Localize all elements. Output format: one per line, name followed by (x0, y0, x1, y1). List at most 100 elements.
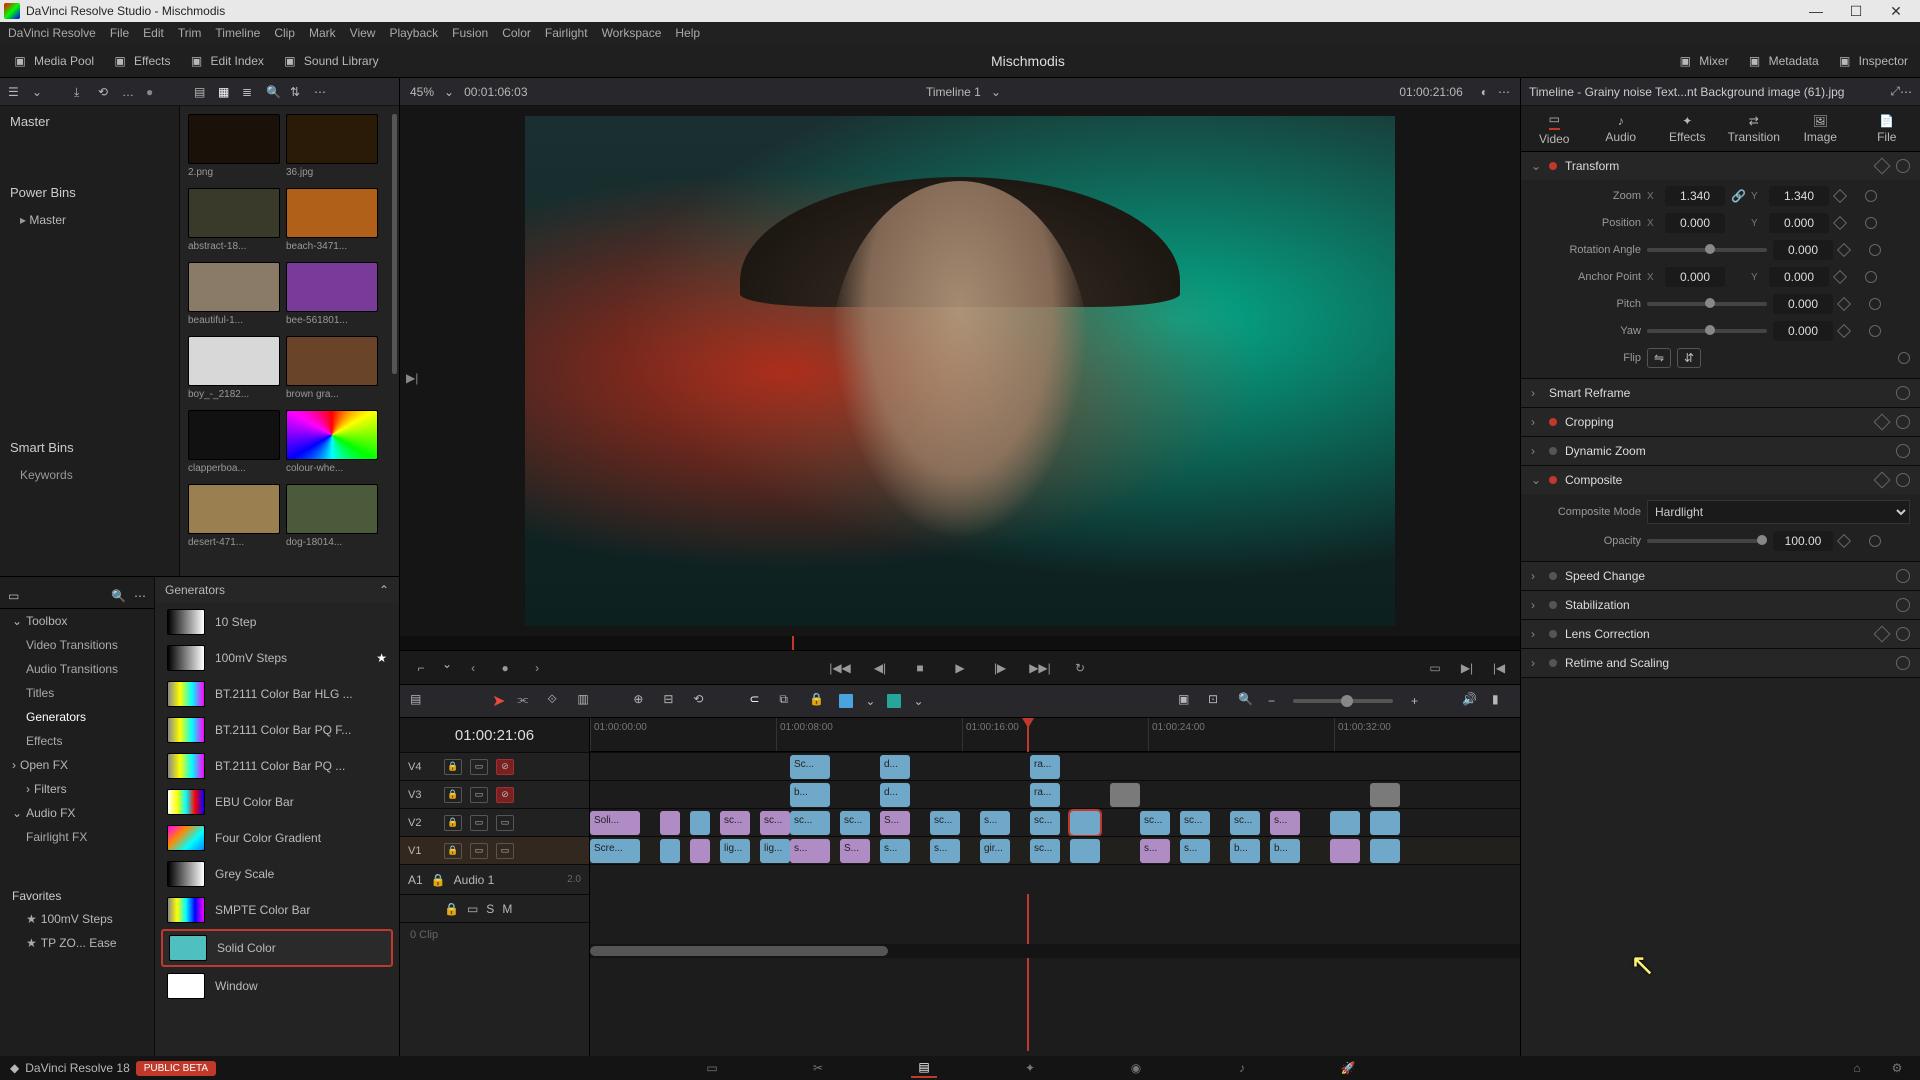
viewer[interactable]: ▶| (400, 106, 1520, 636)
view-thumb-icon[interactable]: ▦ (218, 85, 234, 99)
selection-tool-icon[interactable]: ➤ (492, 691, 505, 711)
bypass-icon[interactable]: ◐ (1481, 85, 1488, 99)
timeline-clip[interactable] (1330, 811, 1360, 835)
reset-icon[interactable] (1869, 535, 1881, 547)
auto-select-icon[interactable]: ▭ (470, 843, 488, 859)
overwrite-icon[interactable]: ▶| (1456, 657, 1478, 679)
color-page-icon[interactable]: ◉ (1123, 1058, 1149, 1078)
menu-workspace[interactable]: Workspace (602, 26, 662, 40)
inspector-tab-audio[interactable]: ♪Audio (1591, 114, 1651, 144)
fx-item-ebu-color-bar[interactable]: EBU Color Bar (161, 785, 393, 819)
zoom-value[interactable]: 45% (410, 85, 434, 99)
menu-davinci-resolve[interactable]: DaVinci Resolve (8, 26, 96, 40)
timeline-clip[interactable] (1370, 783, 1400, 807)
menu-fairlight[interactable]: Fairlight (545, 26, 588, 40)
media-thumb[interactable]: clapperboa... (188, 410, 280, 474)
timeline-clip[interactable]: lig... (760, 839, 790, 863)
timeline-clip[interactable]: b... (1230, 839, 1260, 863)
timeline-view-icon[interactable]: ▤ (410, 692, 428, 710)
section-stabilization[interactable]: ›Stabilization (1521, 591, 1920, 619)
timeline-body[interactable]: 01:00:00:0001:00:08:0001:00:16:0001:00:2… (590, 718, 1520, 1056)
audio-icon[interactable]: 🔊 (1462, 692, 1480, 710)
marker-icon[interactable] (887, 694, 901, 708)
timeline-clip[interactable]: S... (840, 839, 870, 863)
media-thumb[interactable]: desert-471... (188, 484, 280, 548)
media-thumb[interactable]: bee-561801... (286, 262, 378, 326)
opacity-field[interactable]: 100.00 (1773, 531, 1833, 551)
section-speed[interactable]: ›Speed Change (1521, 562, 1920, 590)
power-bins-header[interactable]: Power Bins (0, 177, 179, 208)
timeline-clip[interactable]: sc... (1230, 811, 1260, 835)
overwrite-clip-icon[interactable]: ⊟ (663, 692, 681, 710)
pos-y-field[interactable]: 0.000 (1769, 213, 1829, 233)
collapse-icon[interactable]: ⌃ (379, 583, 389, 597)
media-thumb[interactable]: boy_-_2182... (188, 336, 280, 400)
timeline-clip[interactable]: ra... (1030, 783, 1060, 807)
timeline-clip[interactable] (1330, 839, 1360, 863)
timeline-clip[interactable]: s... (1270, 811, 1300, 835)
pitch-field[interactable]: 0.000 (1773, 294, 1833, 314)
timeline-clip[interactable] (690, 811, 710, 835)
link-icon[interactable]: ⧉ (779, 692, 797, 710)
timeline-clip[interactable]: sc... (1030, 811, 1060, 835)
timeline-clip[interactable] (660, 839, 680, 863)
lock-icon[interactable]: 🔒 (431, 873, 446, 887)
yaw-field[interactable]: 0.000 (1773, 321, 1833, 341)
inspector-tab-video[interactable]: ▭Video (1524, 112, 1584, 146)
prev-edit-icon[interactable]: ‹ (462, 657, 484, 679)
zoom-fit-icon[interactable]: ⊡ (1208, 692, 1226, 710)
menu-fusion[interactable]: Fusion (452, 26, 488, 40)
zoom-x-field[interactable]: 1.340 (1665, 186, 1725, 206)
media-pool-button[interactable]: ▣Media Pool (12, 53, 94, 69)
opacity-slider[interactable] (1647, 539, 1767, 543)
menu-help[interactable]: Help (675, 26, 700, 40)
lock-icon[interactable]: 🔒 (444, 759, 462, 775)
timeline-clip[interactable] (1110, 783, 1140, 807)
tree-fairlight[interactable]: Fairlight FX (0, 825, 154, 849)
disable-track-icon[interactable]: ⊘ (496, 759, 514, 775)
timeline-clip[interactable]: s... (790, 839, 830, 863)
timeline-clip[interactable]: Soli... (590, 811, 640, 835)
section-smart-reframe[interactable]: ›Smart Reframe (1521, 379, 1920, 407)
fx-item-solid-color[interactable]: Solid Color (161, 929, 393, 967)
options-icon[interactable]: ⋯ (314, 85, 330, 99)
sort-icon[interactable]: ⇅ (290, 85, 306, 99)
reset-icon[interactable] (1896, 569, 1910, 583)
options-icon[interactable]: ⋯ (1900, 85, 1912, 99)
reset-icon[interactable] (1896, 627, 1910, 641)
disable-track-icon[interactable]: ▭ (496, 815, 514, 831)
media-thumb[interactable]: beautiful-1... (188, 262, 280, 326)
reset-icon[interactable] (1896, 473, 1910, 487)
timeline-clip[interactable]: s... (980, 811, 1010, 835)
loop-icon[interactable]: ↻ (1069, 657, 1091, 679)
sound-library-button[interactable]: ▣Sound Library (282, 53, 379, 69)
effects-panel-icon[interactable]: ▭ (8, 589, 19, 603)
tree-filters[interactable]: ›Filters (0, 777, 154, 801)
zoom-slider[interactable] (1293, 699, 1393, 703)
inspector-tab-file[interactable]: 📄File (1857, 114, 1917, 144)
deliver-page-icon[interactable]: 🚀 (1335, 1058, 1361, 1078)
track-lane-v3[interactable]: b...d...ra... (590, 780, 1520, 808)
timeline-clip[interactable]: s... (880, 839, 910, 863)
flip-h-button[interactable]: ⇋ (1647, 348, 1671, 368)
timeline-clip[interactable]: b... (790, 783, 830, 807)
fx-item-bt-2111-color-bar-pq-[interactable]: BT.2111 Color Bar PQ ... (161, 749, 393, 783)
timeline-clip[interactable]: ra... (1030, 755, 1060, 779)
track-head-v3[interactable]: V3🔒▭⊘ (400, 780, 589, 808)
view-metadata-icon[interactable]: ▤ (194, 85, 210, 99)
section-transform[interactable]: ⌄Transform (1521, 152, 1920, 180)
blade-tool-icon[interactable]: ▥ (577, 692, 595, 710)
menu-mark[interactable]: Mark (309, 26, 336, 40)
timeline-clip[interactable]: s... (1140, 839, 1170, 863)
options-icon[interactable]: ⋯ (1498, 85, 1510, 99)
close-button[interactable]: ✕ (1876, 0, 1916, 22)
tree-audio-transitions[interactable]: Audio Transitions (0, 657, 154, 681)
zoom-y-field[interactable]: 1.340 (1769, 186, 1829, 206)
menu-view[interactable]: View (350, 26, 376, 40)
more-icon[interactable]: … (122, 85, 138, 99)
timeline-clip[interactable]: sc... (840, 811, 870, 835)
section-retime[interactable]: ›Retime and Scaling (1521, 649, 1920, 677)
fusion-page-icon[interactable]: ✦ (1017, 1058, 1043, 1078)
menu-edit[interactable]: Edit (143, 26, 164, 40)
reset-icon[interactable] (1865, 271, 1877, 283)
